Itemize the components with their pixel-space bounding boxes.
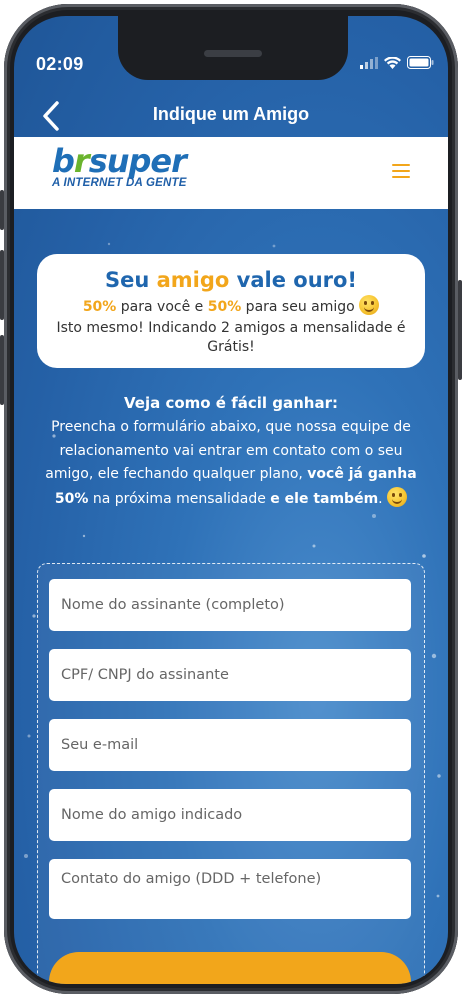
referral-form: Nome do assinante (completo) CPF/ CNPJ d…	[37, 563, 425, 984]
hamburger-menu-icon[interactable]	[392, 164, 410, 180]
promo-card: Seu amigo vale ouro! 50% para você e 50%…	[37, 254, 425, 368]
winking-emoji-icon	[387, 486, 408, 507]
page-title: Indique um Amigo	[152, 104, 310, 124]
top-navigation-bar: Indique um Amigo	[14, 96, 448, 136]
submit-button[interactable]	[49, 952, 411, 984]
wifi-icon	[384, 56, 401, 69]
subscriber-name-input[interactable]: Nome do assinante (completo)	[49, 579, 411, 631]
promo-title: Seu amigo vale ouro!	[37, 268, 425, 292]
text-for-you: para você e	[116, 299, 208, 315]
brsuper-logo[interactable]: brsuper A INTERNET DA GENTE	[52, 144, 187, 189]
promo-title-highlight: amigo	[156, 268, 230, 292]
status-icons	[360, 56, 434, 69]
logo-suffix: super	[88, 142, 187, 180]
how-to-title: Veja como é fácil ganhar:	[124, 394, 338, 412]
smiley-emoji-icon	[359, 295, 380, 315]
phone-frame: 02:09 Indique um Amigo brsuper A INTERNE…	[0, 0, 462, 1000]
percent-you: 50%	[82, 299, 117, 315]
percent-friend: 50%	[207, 299, 242, 315]
promo-description: Isto mesmo! Indicando 2 amigos a mensali…	[56, 320, 406, 355]
app-screen: 02:09 Indique um Amigo brsuper A INTERNE…	[14, 16, 448, 984]
how-text-part3: .	[378, 490, 388, 507]
logo-r: r	[73, 142, 90, 180]
text-for-friend: para seu amigo	[241, 299, 360, 315]
promo-title-part1: Seu	[104, 268, 157, 292]
how-to-section: Veja como é fácil ganhar: Preencha o for…	[34, 394, 428, 511]
email-input[interactable]: Seu e-mail	[49, 719, 411, 771]
promo-title-part2: vale ouro!	[229, 268, 358, 292]
friend-name-input[interactable]: Nome do amigo indicado	[49, 789, 411, 841]
notch-speaker	[204, 50, 262, 57]
subscriber-cpf-cnpj-input[interactable]: CPF/ CNPJ do assinante	[49, 649, 411, 701]
signal-icon	[360, 56, 378, 69]
how-text-part2: na próxima mensalidade	[88, 490, 271, 507]
logo-wordmark: brsuper	[52, 144, 187, 178]
logo-tagline: A INTERNET DA GENTE	[52, 177, 187, 189]
logo-prefix: b	[52, 142, 75, 180]
battery-icon	[407, 56, 434, 69]
phone-power-button	[458, 280, 462, 380]
promo-split-line: 50% para você e 50% para seu amigo	[37, 295, 425, 315]
camera-notch	[118, 16, 348, 80]
status-time: 02:09	[36, 54, 84, 74]
friend-contact-input[interactable]: Contato do amigo (DDD + telefone)	[49, 859, 411, 919]
how-text-bold2: e ele também	[270, 490, 379, 507]
how-to-text: Preencha o formulário abaixo, que nossa …	[34, 416, 428, 511]
brand-header: brsuper A INTERNET DA GENTE	[14, 137, 448, 209]
